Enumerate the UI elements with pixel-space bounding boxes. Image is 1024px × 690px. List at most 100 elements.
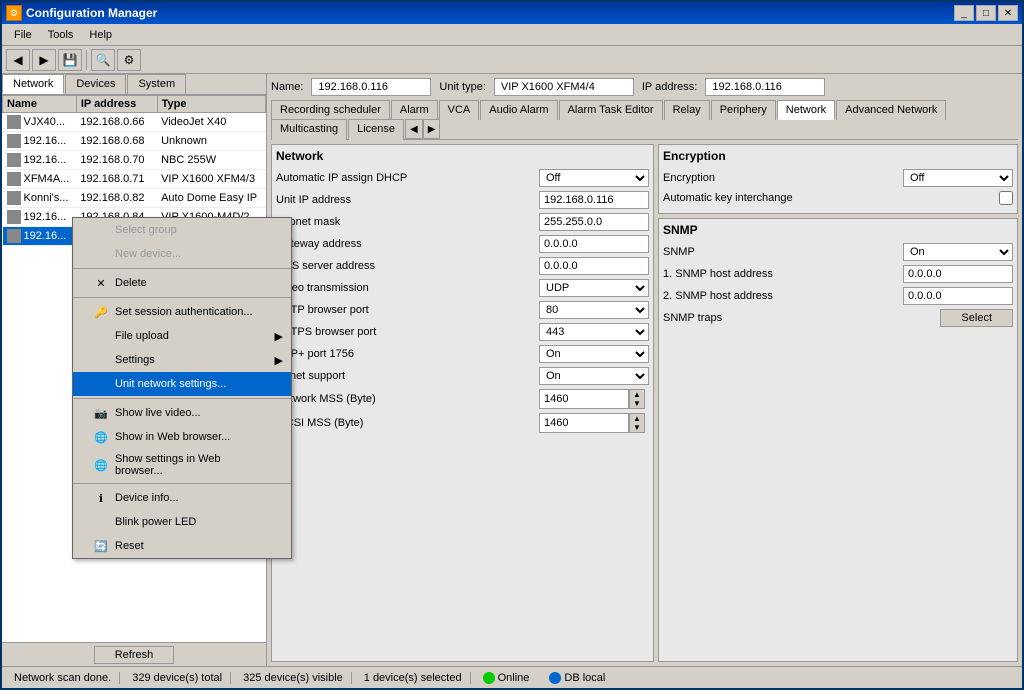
https-port-select[interactable]: 443 <box>539 323 649 341</box>
field-encryption: Encryption OffOn <box>663 169 1013 187</box>
cell-name: XFM4A... <box>3 170 77 189</box>
table-row[interactable]: Konni's... 192.168.0.82 Auto Dome Easy I… <box>3 189 266 208</box>
field-subnet: Subnet mask <box>276 213 649 231</box>
field-gateway: Gateway address <box>276 235 649 253</box>
toolbar-search[interactable]: 🔍 <box>91 49 115 71</box>
ctx-web-browser[interactable]: 🌐 Show in Web browser... <box>73 425 291 449</box>
toolbar-save[interactable]: 💾 <box>58 49 82 71</box>
snmp-host2-label: 2. SNMP host address <box>663 290 903 302</box>
ctx-reset-label: Reset <box>115 540 144 552</box>
field-snmp-traps: SNMP traps Select <box>663 309 1013 327</box>
menu-bar: File Tools Help <box>2 24 1022 46</box>
tab-vca[interactable]: VCA <box>439 100 480 120</box>
ctx-live-video[interactable]: 📷 Show live video... <box>73 401 291 425</box>
field-snmp: SNMP OnOff <box>663 243 1013 261</box>
ctx-reset[interactable]: 🔄 Reset <box>73 534 291 558</box>
ctx-blink-led[interactable]: Blink power LED <box>73 510 291 534</box>
tab-periphery[interactable]: Periphery <box>711 100 776 120</box>
tab-alarm-task[interactable]: Alarm Task Editor <box>559 100 663 120</box>
tab-license[interactable]: License <box>348 119 404 140</box>
menu-tools[interactable]: Tools <box>40 27 82 43</box>
refresh-button[interactable]: Refresh <box>94 646 175 664</box>
tab-network[interactable]: Network <box>2 74 64 94</box>
field-https-port: HTTPS browser port 443 <box>276 323 649 341</box>
tcp-port-label: TCP+ port 1756 <box>276 348 539 360</box>
dns-input[interactable] <box>539 257 649 275</box>
subnet-input[interactable] <box>539 213 649 231</box>
ctx-web-browser-label: Show in Web browser... <box>115 431 230 443</box>
tab-recording[interactable]: Recording scheduler <box>271 100 390 120</box>
toolbar-separator <box>86 50 87 70</box>
tab-multicasting[interactable]: Multicasting <box>271 119 347 140</box>
tab-network-config[interactable]: Network <box>777 100 835 120</box>
cell-name: 192.16... <box>3 151 77 170</box>
close-button[interactable]: ✕ <box>998 5 1018 21</box>
tab-devices[interactable]: Devices <box>65 74 126 94</box>
snmp-traps-label: SNMP traps <box>663 312 940 324</box>
ctx-delete[interactable]: ✕ Delete <box>73 271 291 295</box>
table-row[interactable]: 192.16... 192.168.0.70 NBC 255W <box>3 151 266 170</box>
tcp-port-select[interactable]: OnOff <box>539 345 649 363</box>
tab-system[interactable]: System <box>127 74 186 94</box>
network-mss-up[interactable]: ▲ <box>630 390 644 399</box>
snmp-host2-input[interactable] <box>903 287 1013 305</box>
online-label: Online <box>498 672 530 684</box>
gateway-input[interactable] <box>539 235 649 253</box>
table-row[interactable]: 192.16... 192.168.0.68 Unknown <box>3 132 266 151</box>
video-tx-label: Video transmission <box>276 282 539 294</box>
tab-alarm[interactable]: Alarm <box>391 100 438 120</box>
cell-type: Unknown <box>157 132 265 151</box>
ctx-settings[interactable]: Settings ▶ <box>73 348 291 372</box>
snmp-select-button[interactable]: Select <box>940 309 1013 327</box>
network-mss-down[interactable]: ▼ <box>630 399 644 408</box>
col-type: Type <box>157 96 265 113</box>
ctx-unit-network[interactable]: Unit network settings... <box>73 372 291 396</box>
window-title: Configuration Manager <box>26 6 950 20</box>
selected-devices: 1 device(s) selected <box>356 672 471 684</box>
minimize-button[interactable]: _ <box>954 5 974 21</box>
device-tabs: Network Devices System <box>2 74 266 95</box>
iscsi-mss-down[interactable]: ▼ <box>630 423 644 432</box>
ctx-file-upload[interactable]: File upload ▶ <box>73 324 291 348</box>
ctx-sep-2 <box>73 297 291 298</box>
ctx-delete-label: Delete <box>115 277 147 289</box>
tab-nav-next[interactable]: ▶ <box>423 119 441 139</box>
table-row[interactable]: VJX40... 192.168.0.66 VideoJet X40 <box>3 113 266 132</box>
field-video-tx: Video transmission UDPTCP <box>276 279 649 297</box>
online-indicator: Online <box>475 672 538 684</box>
iscsi-mss-input[interactable] <box>539 413 629 433</box>
menu-help[interactable]: Help <box>81 27 120 43</box>
menu-file[interactable]: File <box>6 27 40 43</box>
maximize-button[interactable]: □ <box>976 5 996 21</box>
name-label: Name: <box>271 81 303 93</box>
web-settings-icon: 🌐 <box>93 457 109 473</box>
network-mss-input[interactable] <box>539 389 629 409</box>
ctx-device-info[interactable]: ℹ Device info... <box>73 486 291 510</box>
tab-audio-alarm[interactable]: Audio Alarm <box>480 100 557 120</box>
field-snmp-host2: 2. SNMP host address <box>663 287 1013 305</box>
http-port-select[interactable]: 80 <box>539 301 649 319</box>
ctx-set-auth[interactable]: 🔑 Set session authentication... <box>73 300 291 324</box>
key-interchange-checkbox[interactable] <box>999 191 1013 205</box>
snmp-host1-input[interactable] <box>903 265 1013 283</box>
ctx-web-settings[interactable]: 🌐 Show settings in Web browser... <box>73 449 291 481</box>
iscsi-mss-up[interactable]: ▲ <box>630 414 644 423</box>
ctx-unit-network-label: Unit network settings... <box>115 378 226 390</box>
status-bar: Network scan done. 329 device(s) total 3… <box>2 666 1022 688</box>
ip-value: 192.168.0.116 <box>705 78 825 96</box>
tab-relay[interactable]: Relay <box>664 100 710 120</box>
video-tx-select[interactable]: UDPTCP <box>539 279 649 297</box>
toolbar-back[interactable]: ◀ <box>6 49 30 71</box>
cell-ip: 192.168.0.70 <box>76 151 157 170</box>
table-row[interactable]: XFM4A... 192.168.0.71 VIP X1600 XFM4/3 <box>3 170 266 189</box>
toolbar-settings[interactable]: ⚙ <box>117 49 141 71</box>
web-browser-icon: 🌐 <box>93 429 109 445</box>
toolbar-forward[interactable]: ▶ <box>32 49 56 71</box>
encryption-select[interactable]: OffOn <box>903 169 1013 187</box>
tab-nav-prev[interactable]: ◀ <box>405 119 423 139</box>
dhcp-select[interactable]: OffOn <box>539 169 649 187</box>
tab-advanced-network[interactable]: Advanced Network <box>836 100 946 120</box>
telnet-select[interactable]: OnOff <box>539 367 649 385</box>
snmp-select[interactable]: OnOff <box>903 243 1013 261</box>
unit-ip-input[interactable] <box>539 191 649 209</box>
